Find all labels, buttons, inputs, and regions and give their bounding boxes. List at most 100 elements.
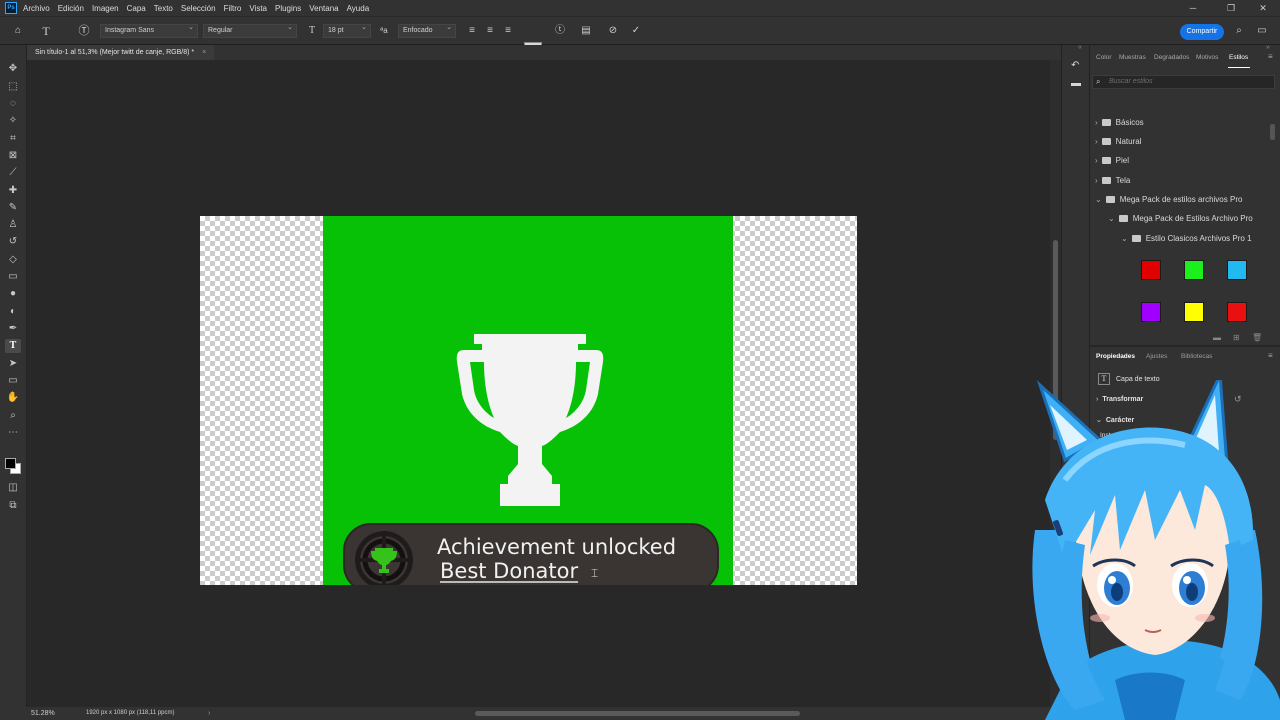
warp-text-icon[interactable]: ⓣ [554, 25, 566, 37]
style-swatch-green[interactable] [1184, 260, 1204, 280]
expand-panels-icon[interactable]: » [1266, 44, 1270, 51]
document-tab[interactable]: Sin título-1 al 51,3% (Mejor twitt de ca… [27, 45, 215, 60]
properties-menu-icon[interactable]: ≡ [1268, 351, 1273, 360]
tab-styles[interactable]: Estilos [1229, 54, 1248, 61]
history-panel-icon[interactable]: ↶ [1071, 60, 1079, 71]
style-group-basicos[interactable]: › Básicos [1095, 118, 1144, 127]
vtuber-avatar-overlay [1032, 380, 1280, 720]
align-center-icon[interactable]: ≡ [484, 25, 496, 37]
document-info[interactable]: 1920 px x 1080 px (118,11 ppcm) [86, 707, 175, 720]
align-right-icon[interactable]: ≡ [502, 25, 514, 37]
move-tool-icon[interactable]: ✥ [5, 62, 21, 76]
zoom-tool-icon[interactable]: ⌕ [5, 409, 21, 423]
panel-menu-icon[interactable]: ≡ [1268, 52, 1273, 61]
style-group-mega-pack[interactable]: ⌄ Mega Pack de estilos archivos Pro [1095, 195, 1242, 204]
style-group-mega-pack-pro[interactable]: ⌄ Mega Pack de Estilos Archivo Pro [1108, 214, 1253, 223]
text-orientation-icon[interactable]: Ⓣ [78, 25, 90, 37]
eraser-tool-icon[interactable]: ◇ [5, 253, 21, 267]
font-style-select[interactable]: Regular [203, 24, 297, 38]
path-selection-tool-icon[interactable]: ➤ [5, 357, 21, 371]
style-group-natural[interactable]: › Natural [1095, 137, 1141, 146]
achievement-badge-icon [355, 531, 413, 585]
tab-patterns[interactable]: Motivos [1196, 54, 1218, 61]
style-swatch-purple[interactable] [1141, 302, 1161, 322]
styles-search-input[interactable]: ⌕ Buscar estilos [1092, 75, 1275, 89]
rectangle-tool-icon[interactable]: ▭ [5, 374, 21, 388]
blur-tool-icon[interactable]: ● [5, 287, 21, 301]
achievement-subtitle[interactable]: Best Donator [440, 559, 578, 583]
lasso-tool-icon[interactable]: ◌ [5, 97, 21, 111]
menu-texto[interactable]: Texto [154, 4, 173, 13]
more-tools-icon[interactable]: ⋯ [5, 426, 21, 440]
pen-tool-icon[interactable]: ✒ [5, 322, 21, 336]
status-expand-icon[interactable]: › [208, 707, 210, 720]
delete-style-icon[interactable]: 🗑 [1252, 333, 1262, 342]
screen-mode-icon[interactable]: ⧉ [5, 499, 21, 513]
tab-gradients[interactable]: Degradados [1154, 54, 1189, 61]
menu-filtro[interactable]: Filtro [224, 4, 242, 13]
magic-wand-tool-icon[interactable]: ✧ [5, 114, 21, 128]
comments-panel-icon[interactable]: ▬ [1071, 78, 1081, 89]
font-family-select[interactable]: Instagram Sans [100, 24, 198, 38]
achievement-banner: Achievement unlocked Best Donator ⌶ [343, 523, 719, 585]
style-swatch-red-2[interactable] [1227, 302, 1247, 322]
dodge-tool-icon[interactable]: ◐ [5, 305, 21, 319]
type-tool-icon[interactable]: T [5, 339, 21, 353]
menu-vista[interactable]: Vista [249, 4, 267, 13]
achievement-title[interactable]: Achievement unlocked [437, 535, 676, 559]
horizontal-scrollbar-thumb[interactable] [475, 711, 800, 716]
tab-color[interactable]: Color [1096, 54, 1112, 61]
style-swatch-red[interactable] [1141, 260, 1161, 280]
menu-seleccion[interactable]: Selección [181, 4, 216, 13]
cancel-icon[interactable]: ⊘ [607, 25, 619, 37]
type-tool-preset-icon[interactable]: T [40, 25, 52, 37]
quick-mask-icon[interactable]: ◫ [5, 481, 21, 495]
font-size-select[interactable]: 18 pt [323, 24, 371, 38]
share-button[interactable]: Compartir [1180, 24, 1224, 40]
new-style-icon[interactable]: ⊞ [1233, 333, 1240, 342]
align-left-icon[interactable]: ≡ [466, 25, 478, 37]
collapse-panels-icon[interactable]: « [1078, 44, 1082, 51]
style-group-clasicos[interactable]: ⌄ Estilo Clasicos Archivos Pro 1 [1121, 234, 1252, 243]
commit-icon[interactable]: ✓ [630, 25, 642, 37]
tab-adjustments[interactable]: Ajustes [1146, 353, 1167, 360]
antialias-select[interactable]: Enfocado [398, 24, 456, 38]
document-canvas[interactable]: Achievement unlocked Best Donator ⌶ [200, 216, 857, 585]
tab-properties[interactable]: Propiedades [1096, 353, 1135, 360]
eyedropper-tool-icon[interactable]: ⟋ [5, 166, 21, 180]
menu-capa[interactable]: Capa [127, 4, 146, 13]
new-group-icon[interactable]: ▬ [1213, 333, 1221, 342]
menu-imagen[interactable]: Imagen [92, 4, 119, 13]
tab-libraries[interactable]: Bibliotecas [1181, 353, 1212, 360]
tab-close-icon[interactable]: × [202, 49, 206, 56]
foreground-color-swatch[interactable] [5, 458, 16, 469]
search-icon[interactable]: ⌕ [1233, 25, 1245, 37]
menu-ayuda[interactable]: Ayuda [347, 4, 370, 13]
style-group-piel[interactable]: › Piel [1095, 156, 1129, 165]
menu-plugins[interactable]: Plugins [275, 4, 301, 13]
marquee-tool-icon[interactable]: ⬚ [5, 80, 21, 94]
history-brush-tool-icon[interactable]: ↺ [5, 235, 21, 249]
character-panel-icon[interactable]: ▤ [580, 25, 592, 37]
zoom-level[interactable]: 51.28% [31, 707, 55, 720]
gradient-tool-icon[interactable]: ▭ [5, 270, 21, 284]
style-swatch-cyan[interactable] [1227, 260, 1247, 280]
frame-tool-icon[interactable]: ⊠ [5, 149, 21, 163]
close-icon[interactable]: ✕ [1250, 0, 1276, 16]
tab-swatches[interactable]: Muestras [1119, 54, 1146, 61]
menu-archivo[interactable]: Archivo [23, 4, 50, 13]
brush-tool-icon[interactable]: ✎ [5, 201, 21, 215]
style-group-tela[interactable]: › Tela [1095, 176, 1130, 185]
menu-edicion[interactable]: Edición [58, 4, 84, 13]
restore-icon[interactable]: ❐ [1218, 0, 1244, 16]
clone-stamp-tool-icon[interactable]: ♙ [5, 218, 21, 232]
home-icon[interactable]: ⌂ [12, 25, 24, 37]
hand-tool-icon[interactable]: ✋ [5, 391, 21, 405]
style-swatch-yellow[interactable] [1184, 302, 1204, 322]
menu-ventana[interactable]: Ventana [309, 4, 338, 13]
styles-scrollbar-thumb[interactable] [1270, 124, 1275, 140]
healing-brush-tool-icon[interactable]: ✚ [5, 184, 21, 198]
workspace-icon[interactable]: ▭ [1256, 25, 1268, 37]
minimize-icon[interactable]: ─ [1180, 0, 1206, 16]
crop-tool-icon[interactable]: ⌗ [5, 132, 21, 146]
